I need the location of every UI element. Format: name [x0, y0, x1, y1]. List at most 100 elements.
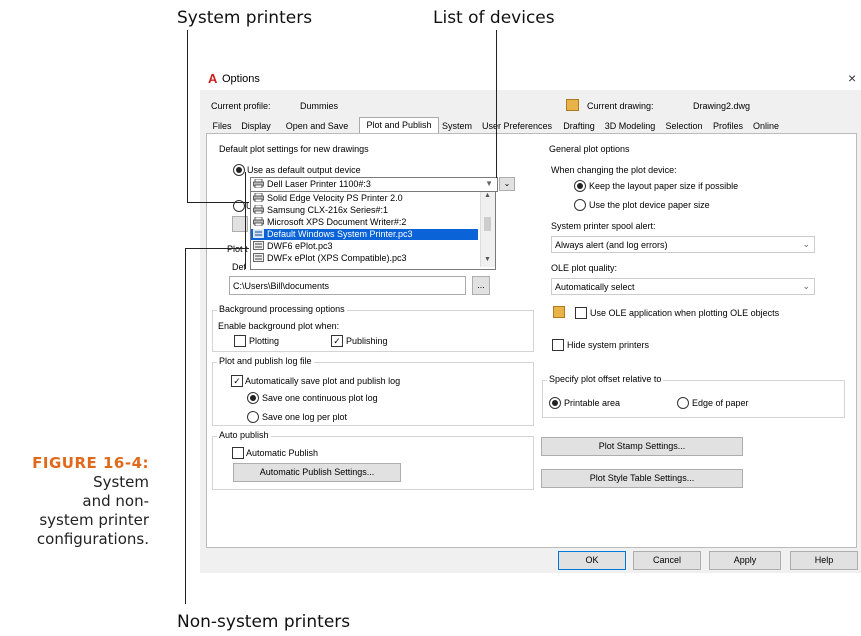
list-item[interactable]: Solid Edge Velocity PS Printer 2.0	[253, 193, 403, 204]
ok-button[interactable]: OK	[558, 551, 626, 570]
publishing-checkbox[interactable]: ✓	[331, 335, 343, 347]
path-value: C:\Users\Bill\documents	[233, 281, 330, 291]
leader-line	[185, 248, 249, 249]
list-item-selected[interactable]: Default Windows System Printer.pc3	[251, 229, 478, 240]
tab-selection[interactable]: Selection	[661, 119, 707, 133]
autocad-logo-icon: A	[208, 71, 218, 86]
close-icon[interactable]: ×	[848, 70, 856, 86]
per-plot-log-label: Save one log per plot	[262, 412, 348, 422]
plot-style-table-settings-button[interactable]: Plot Style Table Settings...	[541, 469, 743, 488]
device-dropdown[interactable]: Dell Laser Printer 1100#:3 ▼	[250, 177, 498, 192]
tab-files[interactable]: Files	[210, 119, 234, 133]
help-button[interactable]: Help	[790, 551, 858, 570]
use-device-size-label: Use the plot device paper size	[589, 200, 710, 210]
default-plot-legend: Default plot settings for new drawings	[217, 144, 371, 154]
printer-icon	[253, 179, 264, 188]
chevron-down-icon: ▼	[485, 179, 493, 188]
spool-alert-select[interactable]: Always alert (and log errors) ⌄	[551, 236, 815, 253]
default-location-label: Def	[232, 262, 247, 272]
device-list[interactable]: Solid Edge Velocity PS Printer 2.0 Samsu…	[250, 191, 496, 270]
tab-plot-and-publish[interactable]: Plot and Publish	[359, 117, 439, 134]
auto-publish-settings-button[interactable]: Automatic Publish Settings...	[233, 463, 401, 482]
list-item[interactable]: Microsoft XPS Document Writer#:2	[253, 217, 406, 228]
figure-caption: FIGURE 16-4: System and non- system prin…	[32, 454, 149, 549]
current-profile-label: Current profile:	[211, 101, 271, 111]
general-options-legend: General plot options	[547, 144, 632, 154]
per-plot-log-radio[interactable]	[247, 411, 259, 423]
plotter-properties-button[interactable]: ⌄	[499, 177, 515, 191]
edge-of-paper-radio[interactable]	[677, 397, 689, 409]
browse-button[interactable]: ...	[472, 276, 490, 295]
cancel-button[interactable]: Cancel	[633, 551, 701, 570]
scroll-up-icon[interactable]: ▲	[484, 192, 491, 199]
tab-profiles[interactable]: Profiles	[709, 119, 747, 133]
leader-line	[185, 248, 186, 604]
current-drawing-value: Drawing2.dwg	[693, 101, 751, 111]
printable-area-radio[interactable]	[549, 397, 561, 409]
scroll-thumb[interactable]	[484, 217, 491, 231]
list-item[interactable]: DWFx ePlot (XPS Compatible).pc3	[253, 253, 407, 264]
plotting-label: Plotting	[249, 336, 280, 346]
callout-list-of-devices: List of devices	[433, 8, 555, 28]
chevron-down-icon: ⌄	[802, 239, 810, 249]
hide-printers-checkbox[interactable]	[552, 339, 564, 351]
tab-open-and-save[interactable]: Open and Save	[277, 119, 357, 133]
background-legend: Background processing options	[217, 304, 347, 314]
use-default-radio[interactable]	[233, 164, 245, 176]
tab-display[interactable]: Display	[237, 119, 275, 133]
caption-line: and non-	[82, 492, 149, 510]
use-default-label: Use as default output device	[247, 165, 361, 175]
current-drawing-label: Current drawing:	[587, 101, 654, 111]
list-item[interactable]: DWF6 ePlot.pc3	[253, 241, 333, 252]
enable-background-label: Enable background plot when:	[218, 321, 340, 331]
current-profile-value: Dummies	[300, 101, 339, 111]
plot-offset-legend: Specify plot offset relative to	[547, 374, 664, 384]
continuous-log-radio[interactable]	[247, 392, 259, 404]
spool-alert-label: System printer spool alert:	[551, 221, 656, 231]
caption-line: system printer	[39, 511, 149, 529]
tab-system[interactable]: System	[439, 119, 475, 133]
plot-stamp-settings-button[interactable]: Plot Stamp Settings...	[541, 437, 743, 456]
drawing-icon	[566, 99, 579, 111]
keep-layout-radio[interactable]	[574, 180, 586, 192]
scroll-down-icon[interactable]: ▼	[484, 256, 491, 263]
chevron-down-icon: ⌄	[802, 281, 810, 291]
title-bar: A Options ×	[200, 68, 861, 90]
automatic-publish-checkbox[interactable]	[232, 447, 244, 459]
log-legend: Plot and publish log file	[217, 356, 314, 366]
leader-line	[245, 172, 246, 269]
spool-alert-value: Always alert (and log errors)	[555, 240, 668, 250]
ole-quality-value: Automatically select	[555, 282, 635, 292]
leader-line	[187, 202, 249, 203]
ole-icon	[553, 306, 565, 318]
printable-area-label: Printable area	[564, 398, 621, 408]
plot-file-location-input[interactable]: C:\Users\Bill\documents	[229, 276, 466, 295]
options-dialog: A Options × Current profile: Dummies Cur…	[200, 68, 861, 573]
tab-user-preferences[interactable]: User Preferences	[477, 119, 557, 133]
figure-number: FIGURE 16-4:	[32, 454, 149, 472]
continuous-log-label: Save one continuous plot log	[262, 393, 378, 403]
apply-button[interactable]: Apply	[709, 551, 781, 570]
publishing-label: Publishing	[346, 336, 388, 346]
use-device-size-radio[interactable]	[574, 199, 586, 211]
edge-of-paper-label: Edge of paper	[692, 398, 749, 408]
automatic-publish-label: Automatic Publish	[246, 448, 319, 458]
tab-3d-modeling[interactable]: 3D Modeling	[601, 119, 659, 133]
leader-line	[496, 30, 497, 178]
callout-system-printers: System printers	[177, 8, 313, 28]
tab-drafting[interactable]: Drafting	[559, 119, 599, 133]
ole-quality-select[interactable]: Automatically select ⌄	[551, 278, 815, 295]
changing-device-label: When changing the plot device:	[551, 165, 677, 175]
keep-layout-label: Keep the layout paper size if possible	[589, 181, 739, 191]
tab-online[interactable]: Online	[749, 119, 783, 133]
leader-line	[187, 30, 188, 202]
list-item[interactable]: Samsung CLX-216x Series#:1	[253, 205, 388, 216]
auto-save-log-checkbox[interactable]: ✓	[231, 375, 243, 387]
hide-printers-label: Hide system printers	[567, 340, 650, 350]
selected-device: Dell Laser Printer 1100#:3	[253, 179, 371, 189]
plotting-checkbox[interactable]	[234, 335, 246, 347]
list-scrollbar[interactable]: ▲ ▼	[480, 192, 495, 267]
use-ole-label: Use OLE application when plotting OLE ob…	[590, 308, 780, 318]
use-ole-checkbox[interactable]	[575, 307, 587, 319]
caption-line: configurations.	[36, 530, 149, 548]
